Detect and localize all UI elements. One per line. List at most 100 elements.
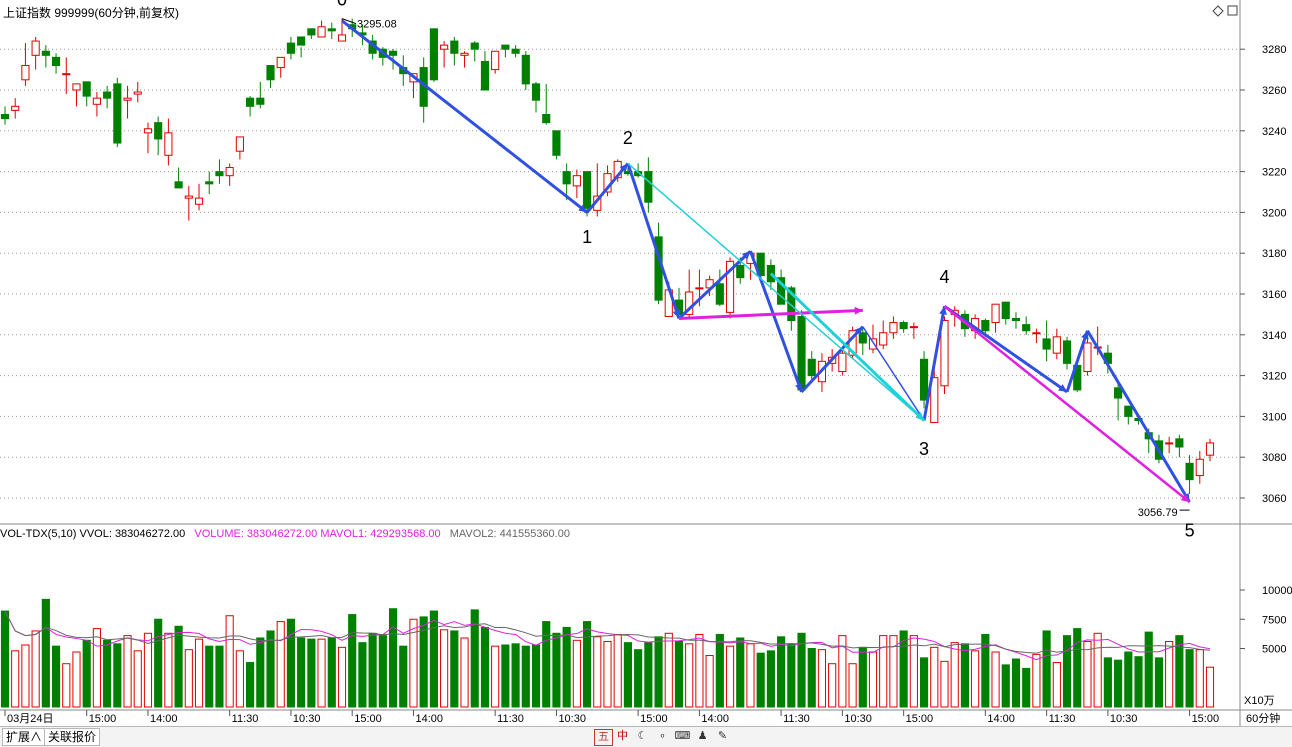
- candle-body: [92, 97, 101, 105]
- high-label: 3295.08: [357, 19, 397, 31]
- volume-bar: [31, 630, 40, 708]
- tab-related-quotes[interactable]: 关联报价: [44, 728, 101, 746]
- candle-body: [297, 36, 306, 46]
- candle-body: [1175, 438, 1184, 448]
- volume-bar: [440, 629, 449, 708]
- candle-body: [919, 358, 929, 401]
- price-tick-label: 3180: [1262, 248, 1286, 260]
- candle-body: [154, 122, 163, 140]
- time-tick-label: 15:00: [906, 713, 934, 725]
- volume-bar: [0, 610, 10, 708]
- volume-bar: [991, 651, 1000, 708]
- magenta-b: [943, 305, 1191, 504]
- volume-bar: [1165, 640, 1174, 708]
- vol-volume: VOLUME: 383046272.00: [194, 528, 318, 540]
- volume-bar: [358, 642, 367, 708]
- price-tick-label: 3260: [1262, 85, 1286, 97]
- candle-body: [286, 42, 296, 54]
- time-tick-label: 11:30: [232, 713, 259, 725]
- volume-bar: [613, 633, 622, 708]
- candle-body: [41, 50, 50, 56]
- volume-bar: [756, 652, 765, 708]
- tool-middle-icon[interactable]: 中: [614, 729, 631, 744]
- candle-body: [991, 303, 1000, 324]
- volume-bar: [368, 632, 377, 708]
- annotations: 0 1 2 3 4 5 3295.08 3056.79: [337, 0, 1238, 541]
- dots-icon[interactable]: ∘: [654, 729, 671, 744]
- candle-body: [1062, 340, 1072, 364]
- volume-bar: [828, 663, 837, 708]
- volume-bar: [1154, 657, 1164, 708]
- volume-bar: [725, 645, 735, 708]
- candle-body: [695, 287, 704, 290]
- volume-bar: [1134, 656, 1143, 708]
- price-tick-label: 3120: [1262, 371, 1286, 383]
- volume-bar: [21, 644, 30, 708]
- volume-bar: [11, 650, 20, 708]
- moon-icon[interactable]: ☾: [634, 729, 651, 744]
- candle-body: [981, 320, 990, 332]
- volume-bar: [858, 646, 867, 708]
- candle-body: [807, 358, 816, 377]
- candle-body: [82, 81, 91, 97]
- volume-bar: [1185, 649, 1194, 708]
- candle-body: [143, 128, 153, 134]
- candle-body: [21, 65, 30, 81]
- keyboard-icon[interactable]: ⌨: [674, 729, 691, 744]
- volume-bar: [777, 636, 786, 708]
- time-tick-label: 10:30: [844, 713, 872, 725]
- candle-body: [909, 326, 918, 329]
- time-tick-label: 14:00: [150, 713, 178, 725]
- user-icon[interactable]: ♟: [694, 729, 711, 744]
- volume-bar: [1195, 649, 1204, 708]
- volume-bar: [572, 639, 581, 708]
- candle-body: [276, 56, 285, 69]
- candle-body: [940, 320, 949, 387]
- volume-bar: [664, 632, 673, 708]
- candle-body: [583, 171, 592, 209]
- wave-d-3: [862, 326, 925, 421]
- volume-bar: [1042, 630, 1051, 708]
- candle-body: [1205, 442, 1215, 456]
- volume-bar: [286, 618, 296, 708]
- vol-tick-label: 10000: [1262, 585, 1292, 597]
- volume-bar: [450, 630, 459, 708]
- volume-bar: [531, 644, 541, 708]
- volume-bar: [1093, 632, 1102, 708]
- candle-body: [460, 52, 469, 56]
- time-tick-label: 15:00: [640, 713, 668, 725]
- volume-bar: [429, 610, 438, 708]
- volume-bar: [1083, 640, 1092, 708]
- volume-bar: [593, 636, 602, 708]
- volume-bar: [705, 655, 714, 708]
- time-tick-label: 03月24日: [7, 713, 53, 725]
- chart-stage: 上证指数 999999(60分钟,前复权) 3060 3080 3100 3120 31…: [0, 0, 1292, 746]
- time-tick-label: 14:00: [415, 713, 443, 725]
- tool-five-icon[interactable]: 五: [594, 729, 613, 746]
- candle-body: [1011, 317, 1021, 322]
- candle-body: [133, 91, 142, 95]
- volume-bar: [62, 663, 71, 708]
- candle-body: [0, 113, 10, 120]
- candle-body: [113, 83, 122, 144]
- volume-bar: [501, 644, 510, 708]
- candle-body: [450, 40, 459, 54]
- volume-bar: [348, 614, 357, 708]
- volume-bar: [1032, 653, 1041, 708]
- volume-bar: [235, 650, 244, 708]
- wave-lines: [341, 19, 1191, 504]
- volume-bar: [971, 650, 980, 708]
- volume-bar: [848, 663, 857, 708]
- tab-expand[interactable]: 扩展∧: [2, 728, 47, 746]
- wave-label-5: 5: [1185, 521, 1195, 541]
- vol-tick-label: 7500: [1262, 614, 1286, 626]
- price-tick-label: 3160: [1262, 289, 1286, 301]
- candle-body: [440, 44, 449, 50]
- candle-body: [205, 181, 214, 185]
- volume-bar: [552, 632, 561, 708]
- volume-bar: [940, 660, 949, 708]
- candle-body: [1022, 324, 1031, 332]
- wrench-icon[interactable]: ✎: [714, 729, 731, 744]
- candle-body: [266, 65, 275, 81]
- wave-label-1: 1: [582, 227, 592, 247]
